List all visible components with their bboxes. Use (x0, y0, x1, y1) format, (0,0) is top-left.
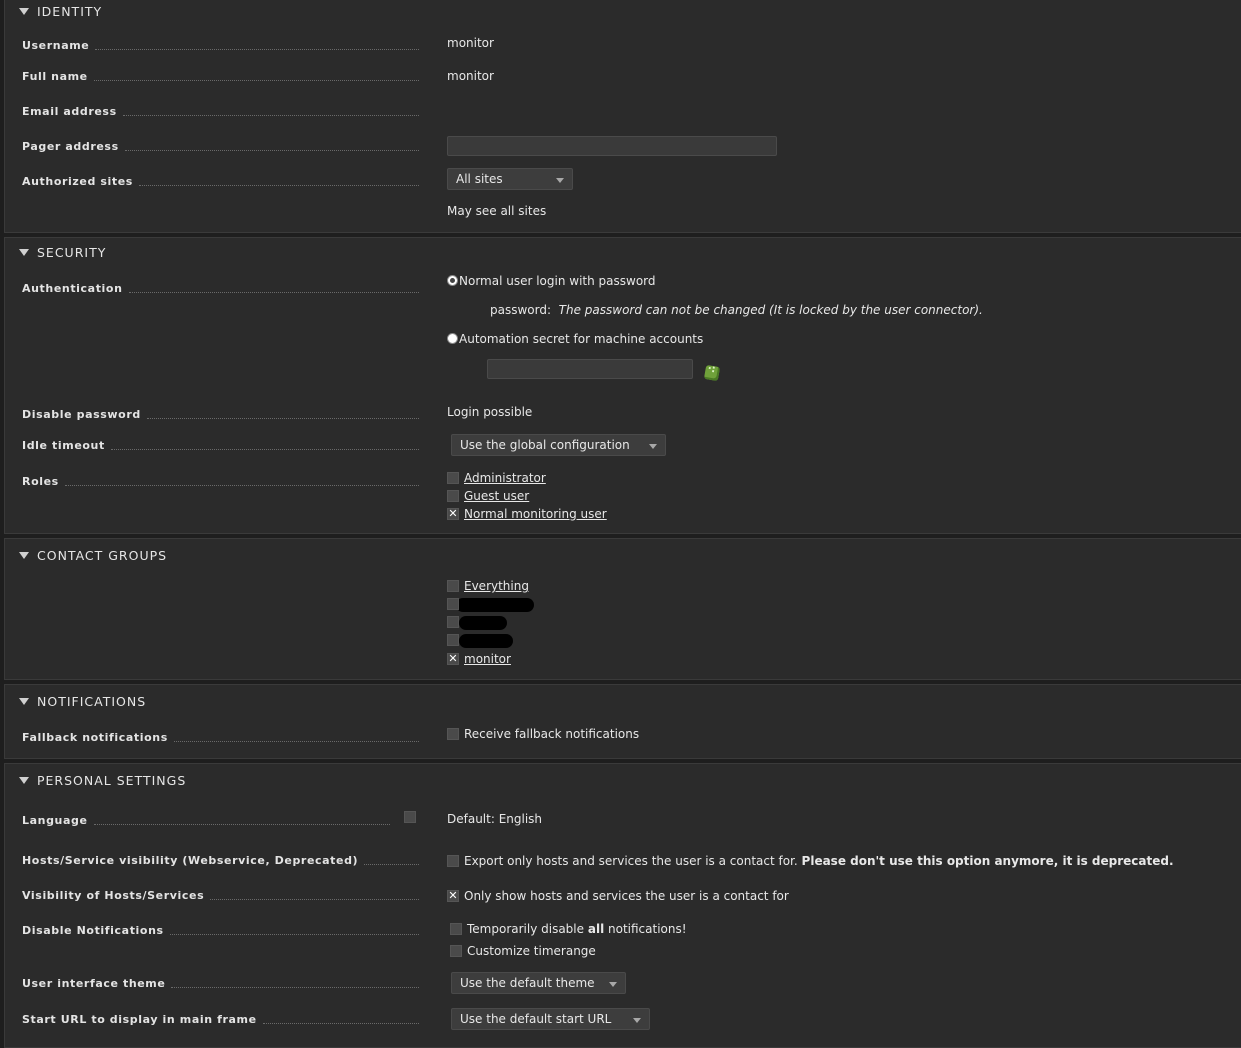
security-header[interactable]: SECURITY (19, 245, 106, 260)
role-administrator[interactable]: Administrator (447, 471, 546, 485)
idle-timeout-label: Idle timeout (22, 439, 419, 452)
language-value: Default: English (447, 812, 543, 826)
idle-timeout-select[interactable]: Use the global configuration (451, 434, 666, 456)
disable-password-label: Disable password (22, 408, 419, 421)
sites-note: May see all sites (447, 204, 547, 218)
collapse-triangle-icon (19, 698, 29, 705)
username-value: monitor (447, 36, 494, 50)
radio-button[interactable] (447, 333, 458, 344)
checkbox[interactable] (447, 633, 459, 646)
auth-automation-option[interactable]: Automation secret for machine accounts (447, 332, 703, 346)
fullname-label: Full name (22, 70, 419, 83)
chevron-down-icon (609, 982, 617, 987)
sites-select[interactable]: All sites (447, 168, 573, 190)
auth-password-option[interactable]: Normal user login with password (447, 274, 656, 288)
automation-secret-input[interactable] (487, 359, 693, 379)
collapse-triangle-icon (19, 777, 29, 784)
notifications-section: NOTIFICATIONS Fallback notifications Rec… (4, 684, 1241, 759)
language-label: Language (22, 814, 390, 827)
checkbox[interactable] (447, 489, 459, 502)
checkbox[interactable] (450, 944, 462, 957)
chevron-down-icon (649, 444, 657, 449)
notifications-title: NOTIFICATIONS (37, 694, 147, 709)
fullname-value: monitor (447, 69, 494, 83)
username-label: Username (22, 39, 419, 52)
hosts-service-visibility-label: Hosts/Service visibility (Webservice, De… (22, 854, 419, 867)
roles-label: Roles (22, 475, 419, 488)
collapse-triangle-icon (19, 249, 29, 256)
password-note: password: The password can not be change… (490, 303, 983, 317)
theme-label: User interface theme (22, 977, 419, 990)
checkbox-checked[interactable]: ✕ (447, 652, 459, 665)
sites-label: Authorized sites (22, 175, 419, 188)
start-url-select[interactable]: Use the default start URL (451, 1008, 650, 1030)
fallback-notifications-label: Fallback notifications (22, 731, 419, 744)
redaction-mark (459, 615, 507, 630)
pager-input[interactable] (447, 136, 777, 156)
personal-settings-header[interactable]: PERSONAL SETTINGS (19, 773, 186, 788)
personal-settings-section: PERSONAL SETTINGS Language Default: Engl… (4, 763, 1241, 1048)
export-contact-hosts-option[interactable]: Export only hosts and services the user … (447, 854, 1174, 868)
contact-group-redacted[interactable] (447, 597, 534, 612)
checkbox-checked[interactable]: ✕ (447, 889, 459, 902)
redaction-mark (456, 597, 534, 612)
contact-group-redacted[interactable] (447, 615, 507, 630)
checkbox[interactable] (450, 922, 462, 935)
checkbox[interactable] (447, 854, 459, 867)
fallback-notifications-option[interactable]: Receive fallback notifications (447, 727, 639, 741)
disable-notifications-label: Disable Notifications (22, 924, 419, 937)
password-locked-note: The password can not be changed (It is l… (558, 303, 983, 317)
contact-groups-header[interactable]: CONTACT GROUPS (19, 548, 167, 563)
security-section: SECURITY Authentication Normal user logi… (4, 237, 1241, 534)
contact-groups-title: CONTACT GROUPS (37, 548, 168, 563)
chevron-down-icon (556, 178, 564, 183)
contact-group-monitor[interactable]: ✕ monitor (447, 652, 511, 666)
identity-title: IDENTITY (37, 4, 103, 19)
checkbox[interactable] (447, 597, 459, 610)
disable-notifications-option[interactable]: Temporarily disable all notifications! (450, 922, 687, 936)
start-url-label: Start URL to display in main frame (22, 1013, 419, 1026)
deprecation-warning: Please don't use this option anymore, it… (801, 854, 1174, 868)
theme-select[interactable]: Use the default theme (451, 972, 626, 994)
collapse-triangle-icon (19, 8, 29, 15)
role-guest-user[interactable]: Guest user (447, 489, 529, 503)
identity-header[interactable]: IDENTITY (19, 4, 102, 19)
contact-group-everything[interactable]: Everything (447, 579, 529, 593)
role-normal-monitoring-user[interactable]: ✕ Normal monitoring user (447, 507, 607, 521)
notifications-header[interactable]: NOTIFICATIONS (19, 694, 146, 709)
language-checkbox[interactable] (404, 811, 416, 823)
pager-label: Pager address (22, 140, 419, 153)
security-title: SECURITY (37, 245, 107, 260)
visibility-option[interactable]: ✕ Only show hosts and services the user i… (447, 889, 789, 903)
checkbox-checked[interactable]: ✕ (447, 507, 459, 520)
personal-settings-title: PERSONAL SETTINGS (37, 773, 187, 788)
contact-group-redacted[interactable] (447, 633, 513, 648)
customize-timerange-option[interactable]: Customize timerange (450, 944, 596, 958)
authentication-label: Authentication (22, 282, 419, 295)
checkbox[interactable] (447, 579, 459, 592)
random-dice-icon[interactable] (703, 364, 721, 382)
identity-section: IDENTITY Username monitor Full name moni… (4, 0, 1241, 233)
redaction-mark (459, 633, 513, 648)
visibility-label: Visibility of Hosts/Services (22, 889, 419, 902)
chevron-down-icon (633, 1018, 641, 1023)
checkbox[interactable] (447, 615, 459, 628)
disable-password-value: Login possible (447, 405, 533, 419)
collapse-triangle-icon (19, 552, 29, 559)
checkbox[interactable] (447, 727, 459, 740)
email-label: Email address (22, 105, 419, 118)
radio-button-selected[interactable] (447, 275, 458, 286)
checkbox[interactable] (447, 471, 459, 484)
contact-groups-section: CONTACT GROUPS Everything ✕ monitor (4, 538, 1241, 680)
